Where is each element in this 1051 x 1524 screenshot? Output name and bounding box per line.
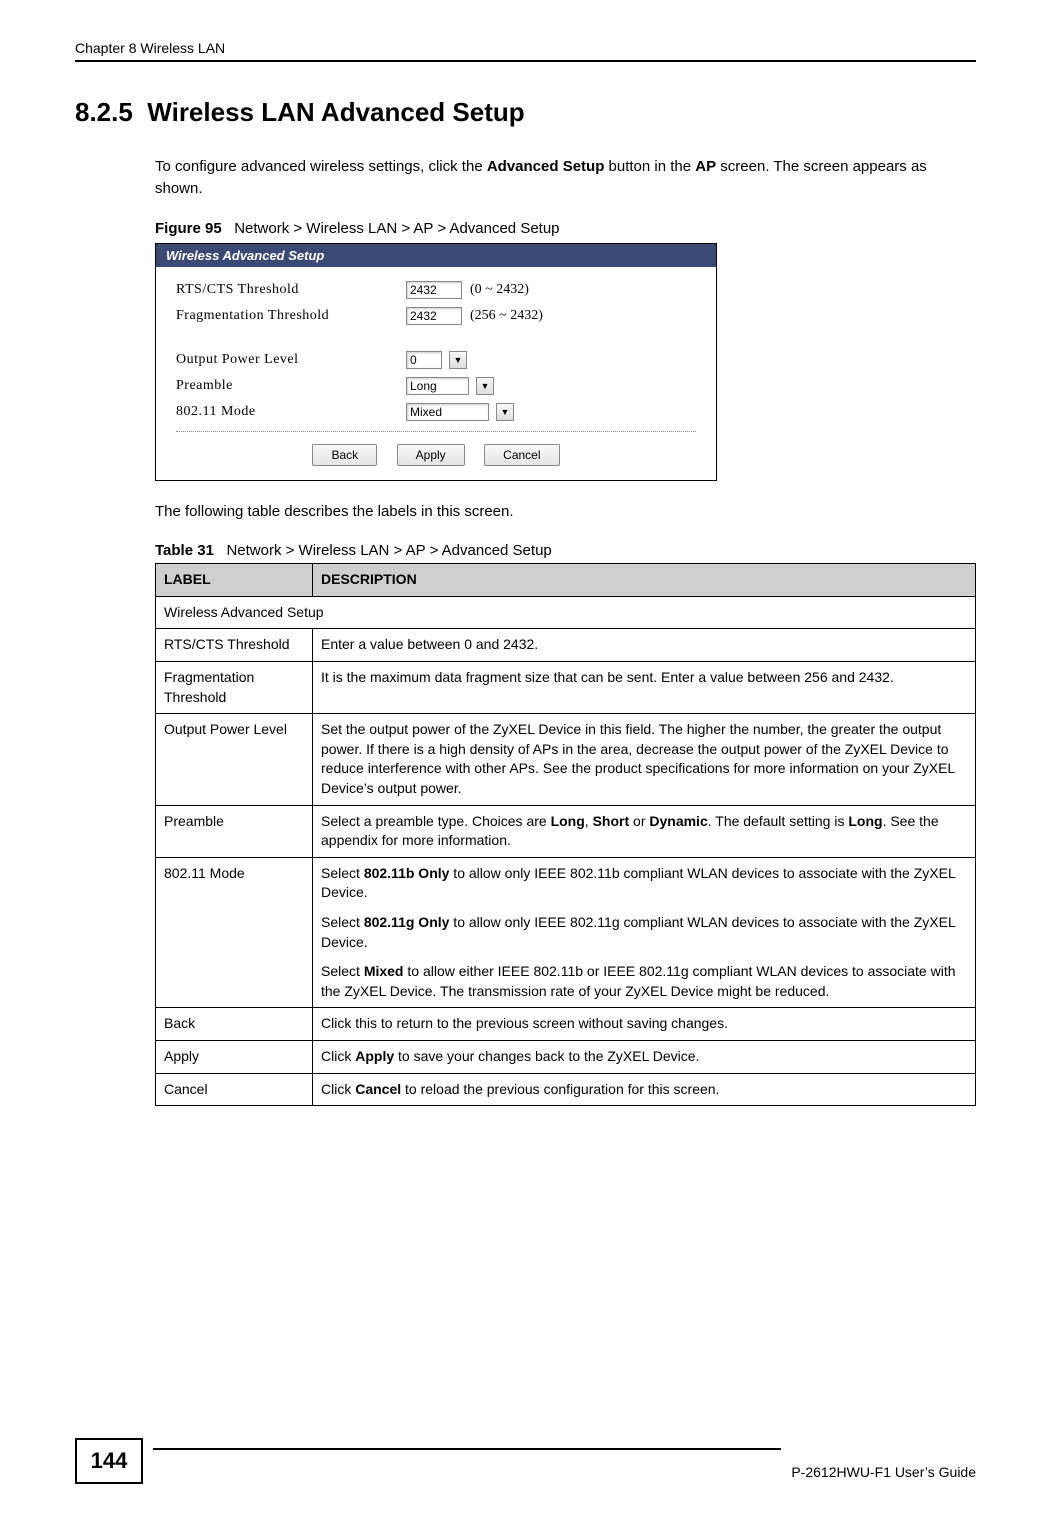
table-label: Table 31	[155, 542, 214, 559]
table-caption: Table 31 Network > Wireless LAN > AP > A…	[155, 542, 976, 559]
preamble-select[interactable]: Long	[406, 377, 469, 395]
row-desc: It is the maximum data fragment size tha…	[313, 662, 976, 714]
cancel-button[interactable]: Cancel	[484, 444, 559, 466]
rts-range: (0 ~ 2432)	[470, 282, 529, 298]
intro-bold-1: Advanced Setup	[487, 158, 605, 175]
intro-text-1: To configure advanced wireless settings,…	[155, 158, 487, 175]
bold: Long	[848, 813, 882, 829]
row-label: Apply	[156, 1040, 313, 1073]
bold: Short	[593, 813, 630, 829]
page-footer: 144 P-2612HWU-F1 User’s Guide	[0, 1438, 1051, 1484]
table-head-desc: DESCRIPTION	[313, 564, 976, 597]
row-label: Back	[156, 1008, 313, 1041]
page-number: 144	[75, 1438, 143, 1484]
row-desc: Click this to return to the previous scr…	[313, 1008, 976, 1041]
figure-caption: Figure 95 Network > Wireless LAN > AP > …	[155, 220, 976, 237]
back-button[interactable]: Back	[312, 444, 377, 466]
description-table: LABEL DESCRIPTION Wireless Advanced Setu…	[155, 563, 976, 1106]
row-label: RTS/CTS Threshold	[156, 629, 313, 662]
dropdown-icon[interactable]: ▼	[476, 377, 494, 395]
table-span-row: Wireless Advanced Setup	[156, 596, 976, 629]
figure-screenshot: Wireless Advanced Setup RTS/CTS Threshol…	[155, 243, 717, 481]
intro-text-2: button in the	[604, 158, 695, 175]
mode-label: 802.11 Mode	[176, 404, 406, 420]
text: Click	[321, 1081, 355, 1097]
row-label: 802.11 Mode	[156, 857, 313, 1008]
figure-header: Wireless Advanced Setup	[156, 244, 716, 267]
text: to reload the previous configuration for…	[401, 1081, 719, 1097]
frag-range: (256 ~ 2432)	[470, 308, 543, 324]
opl-label: Output Power Level	[176, 352, 406, 368]
table-row: Fragmentation Threshold It is the maximu…	[156, 662, 976, 714]
mode-select[interactable]: Mixed	[406, 403, 489, 421]
bold: Mixed	[364, 963, 404, 979]
table-head-label: LABEL	[156, 564, 313, 597]
row-label: Fragmentation Threshold	[156, 662, 313, 714]
text: ,	[585, 813, 593, 829]
figure-caption-text: Network > Wireless LAN > AP > Advanced S…	[234, 220, 559, 237]
table-row: Output Power Level Set the output power …	[156, 714, 976, 805]
section-heading: 8.2.5 Wireless LAN Advanced Setup	[75, 97, 976, 128]
table-row: RTS/CTS Threshold Enter a value between …	[156, 629, 976, 662]
row-desc: Enter a value between 0 and 2432.	[313, 629, 976, 662]
row-desc: Click Cancel to reload the previous conf…	[313, 1073, 976, 1106]
row-desc: Click Apply to save your changes back to…	[313, 1040, 976, 1073]
rts-input[interactable]: 2432	[406, 281, 462, 299]
row-label: Cancel	[156, 1073, 313, 1106]
row-desc: Select a preamble type. Choices are Long…	[313, 805, 976, 857]
text: Select	[321, 865, 364, 881]
running-head: Chapter 8 Wireless LAN	[75, 40, 976, 62]
text: or	[629, 813, 649, 829]
frag-label: Fragmentation Threshold	[176, 308, 406, 324]
table-row: Back Click this to return to the previou…	[156, 1008, 976, 1041]
footer-guide-name: P-2612HWU-F1 User’s Guide	[791, 1464, 976, 1480]
intro-paragraph: To configure advanced wireless settings,…	[155, 156, 976, 200]
opl-select[interactable]: 0	[406, 351, 442, 369]
text: Select a preamble type. Choices are	[321, 813, 551, 829]
figure-label: Figure 95	[155, 220, 222, 237]
row-label: Preamble	[156, 805, 313, 857]
row-desc: Select 802.11b Only to allow only IEEE 8…	[313, 857, 976, 1008]
row-label: Output Power Level	[156, 714, 313, 805]
text: Click	[321, 1048, 355, 1064]
after-figure-text: The following table describes the labels…	[155, 501, 976, 523]
frag-input[interactable]: 2432	[406, 307, 462, 325]
bold: Apply	[355, 1048, 394, 1064]
text: to save your changes back to the ZyXEL D…	[394, 1048, 699, 1064]
bold: 802.11g Only	[364, 914, 450, 930]
rts-label: RTS/CTS Threshold	[176, 282, 406, 298]
section-title-text: Wireless LAN Advanced Setup	[147, 97, 524, 127]
table-row: 802.11 Mode Select 802.11b Only to allow…	[156, 857, 976, 1008]
text: Select	[321, 914, 364, 930]
text: Select	[321, 963, 364, 979]
table-row: Preamble Select a preamble type. Choices…	[156, 805, 976, 857]
preamble-label: Preamble	[176, 378, 406, 394]
text: to allow either IEEE 802.11b or IEEE 802…	[321, 963, 956, 999]
row-desc: Set the output power of the ZyXEL Device…	[313, 714, 976, 805]
dropdown-icon[interactable]: ▼	[449, 351, 467, 369]
apply-button[interactable]: Apply	[397, 444, 465, 466]
footer-rule	[153, 1448, 781, 1450]
separator	[176, 431, 696, 432]
dropdown-icon[interactable]: ▼	[496, 403, 514, 421]
bold: 802.11b Only	[364, 865, 450, 881]
bold: Cancel	[355, 1081, 401, 1097]
table-row: Apply Click Apply to save your changes b…	[156, 1040, 976, 1073]
bold: Dynamic	[649, 813, 707, 829]
table-row: Cancel Click Cancel to reload the previo…	[156, 1073, 976, 1106]
bold: Long	[551, 813, 585, 829]
table-caption-text: Network > Wireless LAN > AP > Advanced S…	[226, 542, 551, 559]
intro-bold-2: AP	[695, 158, 716, 175]
section-number: 8.2.5	[75, 97, 133, 127]
text: . The default setting is	[708, 813, 849, 829]
